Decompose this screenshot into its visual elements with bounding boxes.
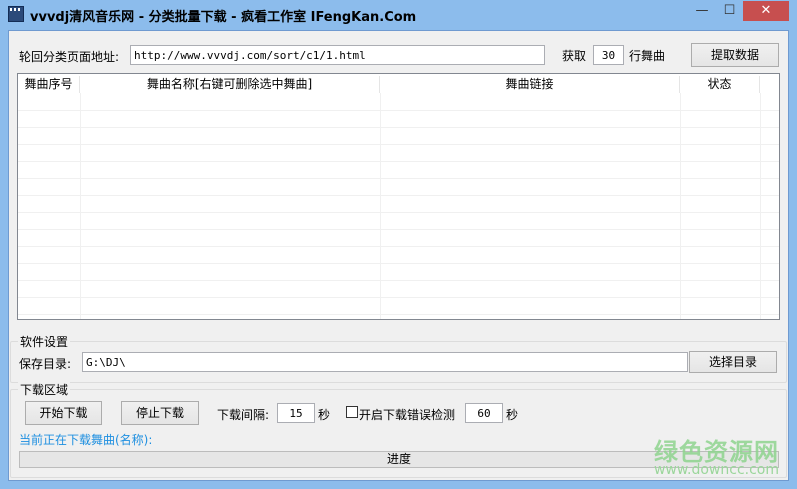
interval-input[interactable] <box>277 403 315 423</box>
interval-label: 下载间隔: <box>217 408 270 422</box>
watermark-url: www.downcc.com <box>653 462 779 478</box>
column-header-link[interactable]: 舞曲链接 <box>380 76 680 93</box>
song-table[interactable]: 舞曲序号 舞曲名称[右键可删除选中舞曲] 舞曲链接 状态 <box>17 73 780 320</box>
progress-label: 进度 <box>386 452 411 466</box>
minimize-button[interactable]: — <box>689 1 715 21</box>
grid-line <box>18 212 779 213</box>
maximize-button[interactable]: ☐ <box>716 1 743 21</box>
grid-line <box>18 127 779 128</box>
error-check-checkbox[interactable] <box>346 406 358 418</box>
grid-line <box>18 263 779 264</box>
current-download-label: 当前正在下载舞曲(名称): <box>19 433 153 447</box>
close-button[interactable]: ✕ <box>743 1 789 21</box>
grid-line <box>18 178 779 179</box>
grid-line <box>18 246 779 247</box>
grid-line <box>18 161 779 162</box>
stop-download-button[interactable]: 停止下载 <box>121 401 199 425</box>
app-icon <box>8 6 24 22</box>
grid-line <box>18 229 779 230</box>
fetch-count-input[interactable] <box>593 45 624 65</box>
column-header-status[interactable]: 状态 <box>680 76 760 93</box>
rows-label: 行舞曲 <box>629 49 666 63</box>
interval-unit: 秒 <box>318 408 331 422</box>
error-interval-unit: 秒 <box>506 408 519 422</box>
download-group-label: 下载区域 <box>18 381 71 398</box>
url-input[interactable] <box>130 45 545 65</box>
column-header-name[interactable]: 舞曲名称[右键可删除选中舞曲] <box>80 76 380 93</box>
grid-line <box>18 280 779 281</box>
save-dir-label: 保存目录: <box>19 357 72 371</box>
window-title: vvvdj清风音乐网 - 分类批量下载 - 疯看工作室 IFengKan.Com <box>30 10 417 25</box>
grid-line <box>18 314 779 315</box>
grid-line <box>18 110 779 111</box>
fetch-label: 获取 <box>562 49 587 63</box>
start-download-button[interactable]: 开始下载 <box>25 401 102 425</box>
grid-line <box>18 195 779 196</box>
save-dir-input[interactable] <box>82 352 688 372</box>
error-interval-input[interactable] <box>465 403 503 423</box>
settings-group-label: 软件设置 <box>18 333 71 350</box>
extract-data-button[interactable]: 提取数据 <box>691 43 779 67</box>
error-check-label[interactable]: 开启下载错误检测 <box>359 406 455 423</box>
choose-dir-button[interactable]: 选择目录 <box>689 351 777 373</box>
column-header-index[interactable]: 舞曲序号 <box>18 76 80 93</box>
url-label: 轮回分类页面地址: <box>19 50 120 64</box>
grid-line <box>18 297 779 298</box>
grid-line <box>18 144 779 145</box>
